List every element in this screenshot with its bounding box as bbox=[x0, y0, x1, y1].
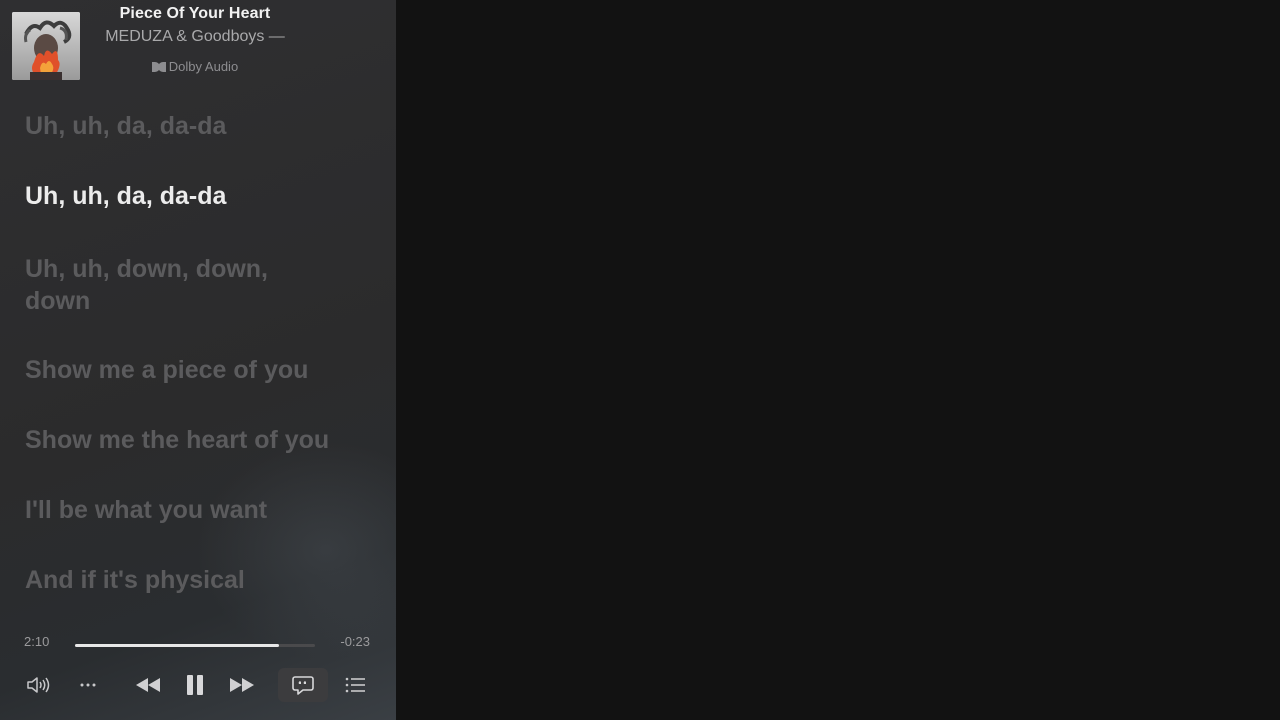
rewind-icon bbox=[136, 678, 160, 692]
lyric-line[interactable]: And if it's physical bbox=[25, 564, 345, 596]
lyric-line[interactable]: Show me the heart of you bbox=[25, 424, 370, 456]
background-glow bbox=[196, 440, 396, 660]
lyric-line[interactable]: Uh, uh, da, da-da bbox=[25, 110, 345, 142]
dolby-label: Dolby Audio bbox=[168, 59, 239, 74]
progress-bar[interactable] bbox=[75, 644, 315, 647]
pause-icon bbox=[187, 675, 203, 695]
dolby-audio-badge: Dolby Audio bbox=[0, 59, 390, 74]
previous-button[interactable] bbox=[130, 668, 166, 702]
speaker-icon bbox=[27, 677, 50, 693]
remaining-time: -0:23 bbox=[340, 634, 370, 649]
track-title: Piece Of Your Heart bbox=[119, 5, 271, 22]
pause-button[interactable] bbox=[178, 668, 212, 702]
fast-forward-icon bbox=[230, 678, 254, 692]
progress-fill bbox=[75, 644, 279, 647]
track-artist[interactable]: MEDUZA & Goodboys — bbox=[0, 28, 390, 46]
lyric-line-current[interactable]: Uh, uh, da, da-da bbox=[25, 180, 345, 212]
next-button[interactable] bbox=[224, 668, 260, 702]
ellipsis-icon bbox=[80, 683, 96, 687]
volume-button[interactable] bbox=[22, 668, 56, 702]
lyric-line[interactable]: Uh, uh, down, down, down bbox=[25, 253, 315, 317]
more-button[interactable] bbox=[72, 668, 104, 702]
dolby-icon bbox=[151, 61, 166, 72]
lyric-line[interactable]: I'll be what you want bbox=[25, 494, 345, 526]
queue-button[interactable] bbox=[340, 668, 370, 702]
empty-window-area bbox=[396, 0, 1280, 720]
list-icon bbox=[345, 677, 365, 693]
lyrics-bubble-icon bbox=[292, 676, 314, 695]
elapsed-time: 2:10 bbox=[24, 634, 50, 649]
lyrics-button[interactable] bbox=[278, 668, 328, 702]
now-playing-panel: Piece Of Your Heart MEDUZA & Goodboys — … bbox=[0, 0, 396, 720]
lyric-line[interactable]: Show me a piece of you bbox=[25, 354, 345, 386]
